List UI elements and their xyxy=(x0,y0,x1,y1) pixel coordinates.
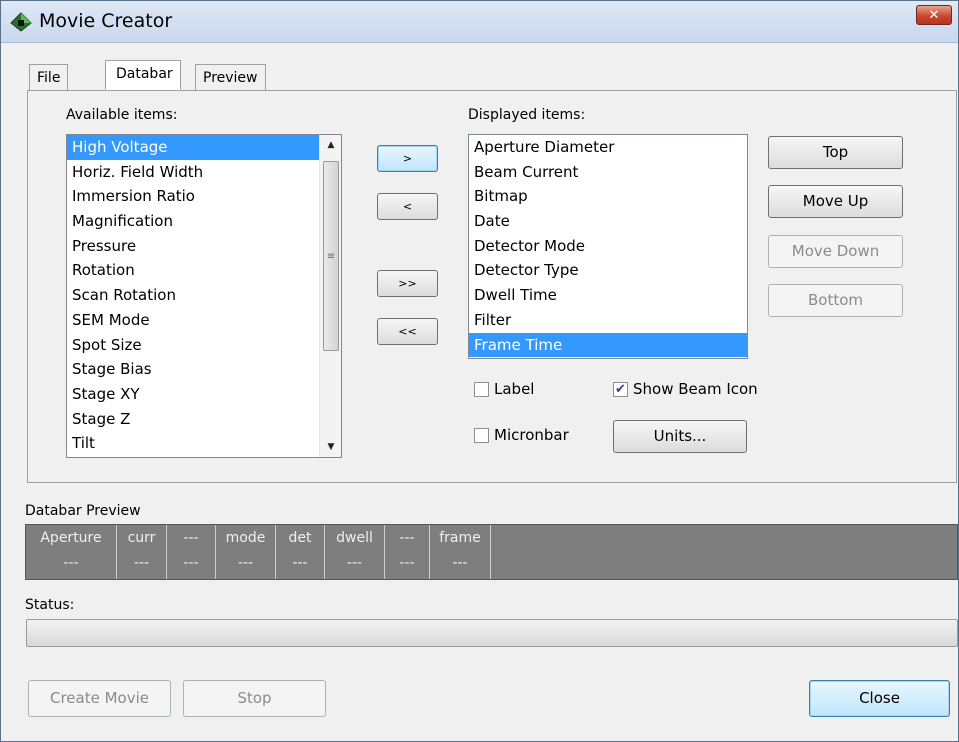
show-beam-icon-checkbox[interactable]: ✔ xyxy=(613,382,628,397)
title-bar[interactable]: Movie Creator ✕ xyxy=(1,1,958,43)
preview-cell-value: --- xyxy=(183,555,199,571)
available-list-item[interactable]: Stage Bias xyxy=(67,357,341,382)
preview-cell-value: --- xyxy=(133,555,150,571)
move-up-button[interactable]: Move Up xyxy=(768,185,903,218)
scroll-thumb[interactable]: ≡ xyxy=(323,161,339,351)
preview-cell-header: --- xyxy=(399,530,415,546)
databar-preview-strip: Aperture --- curr --- --- --- mode --- d… xyxy=(25,524,958,580)
displayed-list-item[interactable]: Date xyxy=(469,209,747,234)
movie-creator-window: Movie Creator ✕ File Databar Preview Ava… xyxy=(0,0,959,742)
stop-button[interactable]: Stop xyxy=(183,680,326,717)
displayed-list-item[interactable]: Aperture Diameter xyxy=(469,135,747,160)
move-down-button[interactable]: Move Down xyxy=(768,235,903,268)
preview-cell-value: --- xyxy=(237,555,254,571)
databar-tab-panel: Available items: High Voltage Horiz. Fiel… xyxy=(27,90,957,483)
preview-cell-value: --- xyxy=(346,555,363,571)
close-button[interactable]: Close xyxy=(809,680,950,717)
window-title: Movie Creator xyxy=(39,10,173,32)
preview-cell-header: --- xyxy=(183,530,199,546)
status-label: Status: xyxy=(25,597,75,613)
available-list-item[interactable]: SEM Mode xyxy=(67,308,341,333)
preview-cell-header: dwell xyxy=(336,530,373,546)
preview-cell-blank-2: --- --- xyxy=(385,525,430,579)
preview-cell-blank-1: --- --- xyxy=(167,525,216,579)
move-top-button[interactable]: Top xyxy=(768,136,903,169)
available-items-list[interactable]: High Voltage Horiz. Field Width Immersion … xyxy=(66,134,342,458)
units-button[interactable]: Units... xyxy=(613,420,747,453)
remove-item-button[interactable]: < xyxy=(377,193,438,220)
displayed-list-item[interactable]: Detector Type xyxy=(469,258,747,283)
preview-cell-header: Aperture xyxy=(40,530,102,546)
available-list-item[interactable]: High Voltage xyxy=(67,135,341,160)
label-checkbox-text: Label xyxy=(494,380,535,398)
dialog-client: File Databar Preview Available items: Hi… xyxy=(9,44,958,734)
label-checkbox[interactable] xyxy=(474,382,489,397)
available-list-item[interactable]: Magnification xyxy=(67,209,341,234)
tab-preview[interactable]: Preview xyxy=(195,64,266,90)
preview-cell-value: --- xyxy=(292,555,308,571)
preview-cell-dwell: dwell --- xyxy=(325,525,385,579)
available-list-item[interactable]: Tilt xyxy=(67,431,341,456)
create-movie-button[interactable]: Create Movie xyxy=(28,680,171,717)
displayed-list-item[interactable]: Dwell Time xyxy=(469,283,747,308)
databar-preview-label: Databar Preview xyxy=(25,503,141,519)
available-list-item[interactable]: Horiz. Field Width xyxy=(67,160,341,185)
displayed-list-item[interactable]: Detector Mode xyxy=(469,234,747,259)
available-list-item[interactable]: Scan Rotation xyxy=(67,283,341,308)
available-items-label: Available items: xyxy=(66,107,178,123)
preview-cell-value: --- xyxy=(63,555,79,571)
scroll-up-icon[interactable]: ▲ xyxy=(320,135,341,155)
preview-cell-frame: frame --- xyxy=(430,525,491,579)
available-list-item[interactable]: Spot Size xyxy=(67,333,341,358)
status-progress-bar xyxy=(26,619,958,647)
preview-cell-header: mode xyxy=(225,530,266,546)
preview-cell-mode: mode --- xyxy=(216,525,276,579)
show-beam-icon-text: Show Beam Icon xyxy=(633,380,758,398)
displayed-items-label: Displayed items: xyxy=(468,107,586,123)
displayed-list-item[interactable]: Filter xyxy=(469,308,747,333)
movie-app-icon xyxy=(10,12,32,32)
scroll-down-icon[interactable]: ▼ xyxy=(320,437,341,457)
add-all-button[interactable]: >> xyxy=(377,270,438,297)
close-window-button[interactable]: ✕ xyxy=(916,5,952,25)
displayed-list-item[interactable]: Frame Time xyxy=(469,332,747,358)
remove-all-button[interactable]: << xyxy=(377,318,438,345)
displayed-list-item[interactable]: Bitmap xyxy=(469,184,747,209)
preview-cell-header: curr xyxy=(127,530,156,546)
preview-cell-value: --- xyxy=(399,555,415,571)
available-list-scrollbar[interactable]: ▲ ≡ ▼ xyxy=(319,135,341,457)
preview-cell-header: det xyxy=(288,530,312,546)
move-bottom-button[interactable]: Bottom xyxy=(768,284,903,317)
available-list-item[interactable]: Pressure xyxy=(67,234,341,259)
add-item-button[interactable]: > xyxy=(377,145,438,172)
available-list-item[interactable]: Immersion Ratio xyxy=(67,184,341,209)
tab-file[interactable]: File xyxy=(29,64,69,90)
preview-cell-aperture: Aperture --- xyxy=(26,525,117,579)
available-list-item[interactable]: Stage Z xyxy=(67,407,341,432)
preview-cell-value: --- xyxy=(452,555,468,571)
micronbar-checkbox[interactable] xyxy=(474,428,489,443)
available-list-item[interactable]: Stage XY xyxy=(67,382,341,407)
preview-cell-det: det --- xyxy=(276,525,325,579)
displayed-list-item[interactable]: Beam Current xyxy=(469,160,747,185)
displayed-items-list[interactable]: Aperture Diameter Beam Current Bitmap Date D… xyxy=(468,134,748,359)
preview-cell-curr: curr --- xyxy=(117,525,167,579)
tab-databar[interactable]: Databar xyxy=(105,60,181,90)
available-list-item[interactable]: Rotation xyxy=(67,258,341,283)
micronbar-checkbox-text: Micronbar xyxy=(494,426,569,444)
preview-cell-header: frame xyxy=(439,530,481,546)
